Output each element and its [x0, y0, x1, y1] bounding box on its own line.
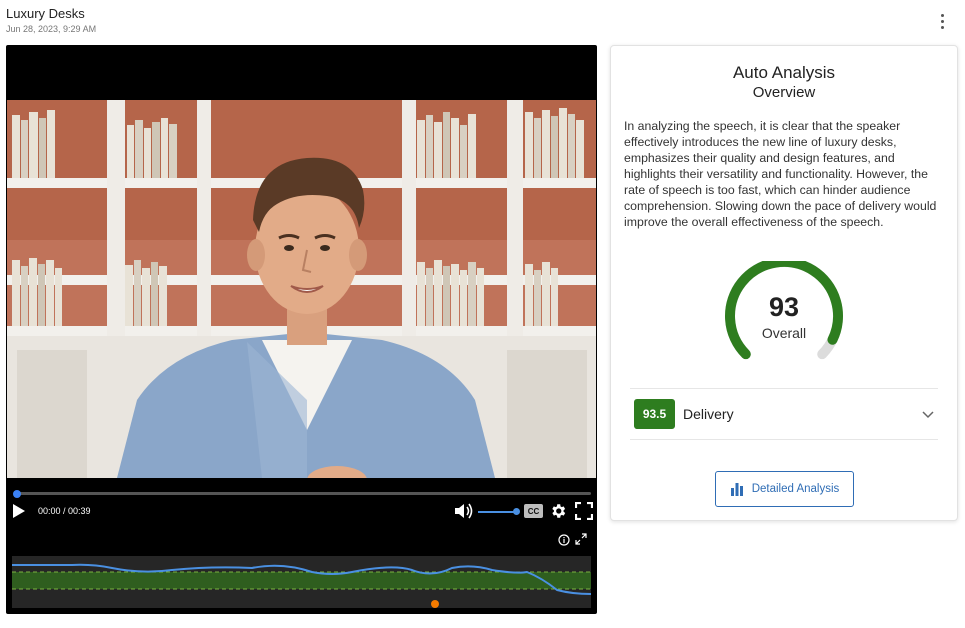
gear-icon[interactable]	[549, 502, 567, 520]
play-icon[interactable]	[12, 503, 26, 519]
header: Luxury Desks Jun 28, 2023, 9:29 AM	[6, 6, 96, 34]
detailed-analysis-label: Detailed Analysis	[751, 483, 840, 495]
delivery-row[interactable]: 93.5 Delivery	[630, 389, 938, 439]
time-display: 00:00 / 00:39	[38, 506, 91, 516]
progress-track[interactable]	[16, 492, 591, 495]
recording-date: Jun 28, 2023, 9:29 AM	[6, 24, 97, 34]
page-title: Luxury Desks	[6, 6, 85, 21]
auto-analysis-card: Auto Analysis Overview In analyzing the …	[610, 45, 958, 521]
expand-icon[interactable]	[575, 533, 587, 545]
overall-label: Overall	[761, 325, 807, 341]
progress-knob[interactable]	[13, 490, 21, 498]
bar-chart-icon	[730, 483, 743, 496]
more-vert-icon[interactable]	[933, 10, 951, 32]
divider	[630, 439, 938, 440]
volume-icon[interactable]	[453, 502, 473, 520]
info-icon[interactable]	[558, 534, 570, 546]
cc-icon[interactable]: CC	[524, 504, 543, 518]
analysis-summary: In analyzing the speech, it is clear tha…	[624, 119, 937, 229]
detailed-analysis-button[interactable]: Detailed Analysis	[715, 471, 854, 507]
video-frame[interactable]	[7, 100, 596, 478]
delivery-label: Delivery	[683, 406, 734, 422]
volume-knob[interactable]	[513, 508, 520, 515]
card-subtitle: Overview	[752, 84, 816, 101]
volume-slider[interactable]	[478, 511, 516, 513]
video-player: 00:00 / 00:39 CC	[6, 45, 597, 614]
overall-score: 93	[768, 292, 800, 322]
chevron-down-icon[interactable]	[922, 408, 934, 420]
timeline-marker[interactable]	[431, 600, 439, 608]
pace-waveform[interactable]	[12, 556, 592, 608]
delivery-score-badge: 93.5	[634, 399, 675, 429]
card-title: Auto Analysis	[732, 63, 836, 82]
fullscreen-icon[interactable]	[575, 502, 593, 520]
